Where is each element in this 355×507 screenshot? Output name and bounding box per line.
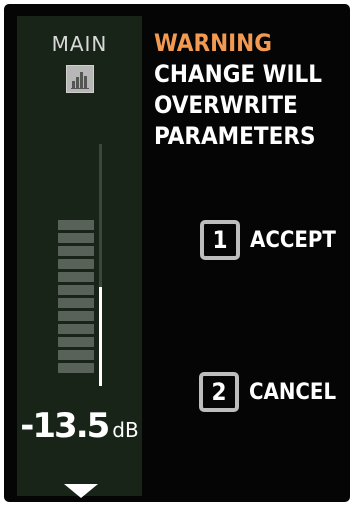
cancel-button[interactable]: 2 CANCEL xyxy=(199,372,336,412)
warning-title: WARNING xyxy=(154,29,272,57)
meter-segment xyxy=(58,272,94,282)
fader-meter-track[interactable] xyxy=(99,144,102,386)
meter-segment xyxy=(58,337,94,347)
fader-meter-fill xyxy=(99,286,102,386)
warning-message: WARNING CHANGE WILL OVERWRITE PARAMETERS xyxy=(154,28,322,152)
triangle-down-icon[interactable] xyxy=(64,484,98,498)
cancel-key-badge: 2 xyxy=(199,372,239,412)
meter-segment xyxy=(58,259,94,269)
device-screen: MAIN -13.5 dB WARNING CHANGE WILL OVERWR… xyxy=(4,4,350,502)
bar-graph-icon xyxy=(66,65,94,93)
meter-segment xyxy=(58,311,94,321)
meter-segment xyxy=(58,246,94,256)
meter-segment xyxy=(58,363,94,373)
accept-label: ACCEPT xyxy=(250,227,336,253)
meter-segment xyxy=(58,298,94,308)
cancel-label: CANCEL xyxy=(249,379,337,405)
accept-key-badge: 1 xyxy=(200,220,240,260)
meter-segment xyxy=(58,350,94,360)
meter-segment xyxy=(58,285,94,295)
level-value: -13.5 xyxy=(20,406,110,446)
level-unit: dB xyxy=(112,418,139,442)
warning-line: PARAMETERS xyxy=(154,122,316,150)
meter-segment xyxy=(58,324,94,334)
accept-button[interactable]: 1 ACCEPT xyxy=(200,220,336,260)
level-readout: -13.5 dB xyxy=(17,406,142,446)
warning-line: CHANGE WILL xyxy=(154,60,323,88)
channel-strip[interactable]: MAIN -13.5 dB xyxy=(17,16,142,498)
warning-line: OVERWRITE xyxy=(154,91,298,119)
meter-segments xyxy=(58,220,94,376)
channel-label: MAIN xyxy=(51,32,108,56)
meter-segment xyxy=(58,220,94,230)
meter-segment xyxy=(58,233,94,243)
